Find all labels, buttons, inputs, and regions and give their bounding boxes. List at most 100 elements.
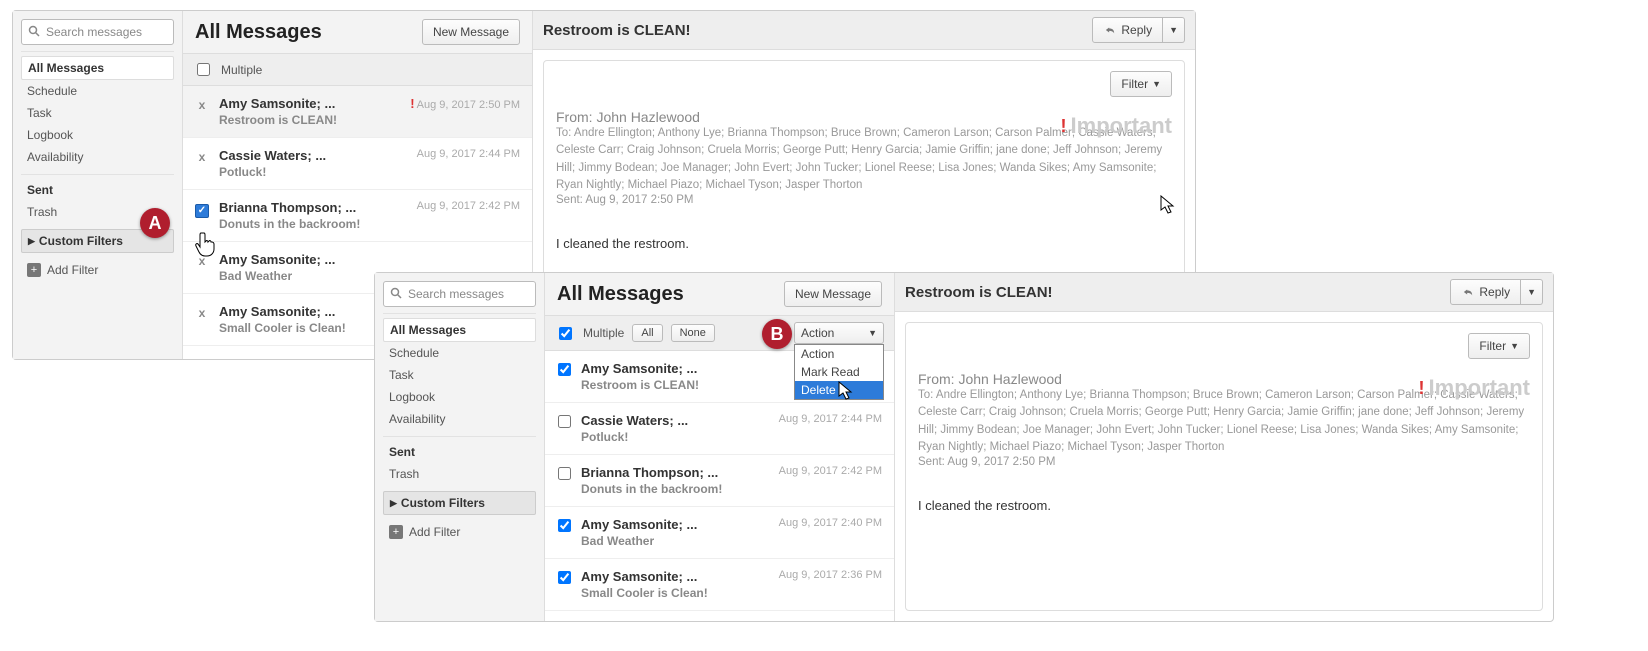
nav-trash[interactable]: Trash bbox=[383, 463, 536, 485]
action-menu-item[interactable]: Action bbox=[795, 345, 883, 363]
message-row[interactable]: Amy Samsonite; ... Bad Weather Aug 9, 20… bbox=[545, 507, 894, 559]
important-stamp: !Important bbox=[1419, 375, 1530, 401]
plus-icon: + bbox=[389, 525, 403, 539]
new-message-button[interactable]: New Message bbox=[784, 281, 882, 307]
important-bang-icon: ! bbox=[1061, 116, 1067, 137]
search-input[interactable] bbox=[406, 286, 529, 302]
row-checkbox[interactable]: ✓ bbox=[195, 202, 209, 218]
sidebar: All Messages Schedule Task Logbook Avail… bbox=[375, 273, 545, 621]
nav-all-messages[interactable]: All Messages bbox=[383, 318, 536, 342]
badge-a: A bbox=[140, 208, 170, 238]
row-body: Brianna Thompson; ... Donuts in the back… bbox=[219, 200, 407, 231]
search-icon bbox=[390, 287, 402, 302]
row-checkbox[interactable] bbox=[557, 415, 571, 431]
nav-sent[interactable]: Sent bbox=[21, 179, 174, 201]
message-row[interactable]: x Amy Samsonite; ... Restroom is CLEAN! … bbox=[183, 86, 532, 138]
row-time: Aug 9, 2017 2:40 PM bbox=[779, 517, 882, 529]
chevron-down-icon: ▼ bbox=[868, 328, 877, 338]
nav-logbook[interactable]: Logbook bbox=[21, 124, 174, 146]
search-box[interactable] bbox=[21, 19, 174, 45]
from-value: John Hazlewood bbox=[596, 109, 700, 125]
message-row[interactable]: ✓ Brianna Thompson; ... Donuts in the ba… bbox=[183, 190, 532, 242]
reader-subject: Restroom is CLEAN! bbox=[543, 22, 691, 39]
nav-task[interactable]: Task bbox=[383, 364, 536, 386]
sent-label: Sent: bbox=[556, 194, 583, 206]
row-body: Amy Samsonite; ... Restroom is CLEAN! bbox=[219, 96, 400, 127]
nav-task[interactable]: Task bbox=[21, 102, 174, 124]
reply-button[interactable]: Reply bbox=[1092, 17, 1163, 43]
nav-availability[interactable]: Availability bbox=[21, 146, 174, 168]
row-dismiss-icon[interactable]: x bbox=[195, 150, 209, 164]
message-list: All Messages New Message Multiple All No… bbox=[545, 273, 895, 621]
row-time: Aug 9, 2017 2:36 PM bbox=[779, 569, 882, 581]
select-none-button[interactable]: None bbox=[671, 324, 715, 342]
reply-label: Reply bbox=[1479, 285, 1510, 299]
new-message-button[interactable]: New Message bbox=[422, 19, 520, 45]
nav-all-messages[interactable]: All Messages bbox=[21, 56, 174, 80]
multiple-checkbox[interactable] bbox=[559, 327, 572, 340]
row-body: Cassie Waters; ... Potluck! bbox=[581, 413, 769, 444]
add-filter-label: Add Filter bbox=[47, 263, 98, 277]
sidebar: All Messages Schedule Task Logbook Avail… bbox=[13, 11, 183, 359]
row-checkbox[interactable] bbox=[557, 363, 571, 379]
nav-group-main: All Messages Schedule Task Logbook Avail… bbox=[21, 51, 174, 168]
row-dismiss-icon[interactable]: x bbox=[195, 254, 209, 268]
row-sender: Amy Samsonite; ... bbox=[219, 252, 510, 267]
message-body-text: I cleaned the restroom. bbox=[918, 498, 1530, 513]
add-filter-button[interactable]: + Add Filter bbox=[21, 259, 174, 281]
add-filter-label: Add Filter bbox=[409, 525, 460, 539]
nav-sent[interactable]: Sent bbox=[383, 441, 536, 463]
message-row[interactable]: Amy Samsonite; ... Small Cooler is Clean… bbox=[545, 559, 894, 611]
important-text: Important bbox=[1071, 113, 1172, 139]
multiple-checkbox[interactable] bbox=[197, 63, 210, 76]
message-row[interactable]: Brianna Thompson; ... Donuts in the back… bbox=[545, 455, 894, 507]
row-subject: Potluck! bbox=[581, 430, 769, 444]
reply-dropdown-button[interactable]: ▼ bbox=[1521, 279, 1543, 305]
row-subject: Donuts in the backroom! bbox=[581, 482, 769, 496]
filter-button[interactable]: Filter ▼ bbox=[1110, 71, 1172, 97]
nav-schedule[interactable]: Schedule bbox=[21, 80, 174, 102]
row-checkbox[interactable] bbox=[557, 571, 571, 587]
custom-filters-label: Custom Filters bbox=[401, 496, 485, 510]
action-menu-item-delete[interactable]: Delete bbox=[795, 381, 883, 399]
reply-dropdown-button[interactable]: ▼ bbox=[1163, 17, 1185, 43]
message-row[interactable]: Cassie Waters; ... Potluck! Aug 9, 2017 … bbox=[545, 403, 894, 455]
action-select-wrap: Action ▼ Action Mark Read Delete bbox=[794, 322, 884, 344]
row-subject: Bad Weather bbox=[581, 534, 769, 548]
chevron-down-icon: ▼ bbox=[1152, 79, 1161, 89]
action-select[interactable]: Action ▼ bbox=[794, 322, 884, 344]
row-body: Brianna Thompson; ... Donuts in the back… bbox=[581, 465, 769, 496]
sent-value: Aug 9, 2017 2:50 PM bbox=[585, 194, 693, 206]
important-icon: ! bbox=[410, 96, 414, 111]
row-sender: Brianna Thompson; ... bbox=[581, 465, 769, 480]
row-checkbox[interactable] bbox=[557, 467, 571, 483]
row-sender: Brianna Thompson; ... bbox=[219, 200, 407, 215]
row-dismiss-icon[interactable]: x bbox=[195, 98, 209, 112]
row-body: Amy Samsonite; ... Small Cooler is Clean… bbox=[581, 569, 769, 600]
sent-line: Sent: Aug 9, 2017 2:50 PM bbox=[918, 456, 1530, 468]
add-filter-button[interactable]: + Add Filter bbox=[383, 521, 536, 543]
row-sender: Amy Samsonite; ... bbox=[219, 96, 400, 111]
nav-logbook[interactable]: Logbook bbox=[383, 386, 536, 408]
row-checkbox[interactable] bbox=[557, 519, 571, 535]
action-menu-item[interactable]: Mark Read bbox=[795, 363, 883, 381]
filter-button[interactable]: Filter ▼ bbox=[1468, 333, 1530, 359]
search-box[interactable] bbox=[383, 281, 536, 307]
message-row[interactable]: x Cassie Waters; ... Potluck! Aug 9, 201… bbox=[183, 138, 532, 190]
checked-icon: ✓ bbox=[195, 204, 209, 218]
reply-button[interactable]: Reply bbox=[1450, 279, 1521, 305]
row-dismiss-icon[interactable]: x bbox=[195, 306, 209, 320]
search-input[interactable] bbox=[44, 24, 167, 40]
reader-subject: Restroom is CLEAN! bbox=[905, 284, 1053, 301]
nav-schedule[interactable]: Schedule bbox=[383, 342, 536, 364]
row-sender: Amy Samsonite; ... bbox=[581, 569, 769, 584]
from-label: From: bbox=[918, 371, 955, 387]
reader-panel: Restroom is CLEAN! Reply ▼ Filter ▼ From… bbox=[895, 273, 1553, 621]
custom-filters-header[interactable]: ▶ Custom Filters bbox=[383, 491, 536, 515]
nav-availability[interactable]: Availability bbox=[383, 408, 536, 430]
select-all-button[interactable]: All bbox=[632, 324, 662, 342]
nav-group-main: All Messages Schedule Task Logbook Avail… bbox=[383, 313, 536, 430]
row-body: Cassie Waters; ... Potluck! bbox=[219, 148, 407, 179]
message-list-header: All Messages New Message bbox=[545, 273, 894, 316]
reply-label: Reply bbox=[1121, 23, 1152, 37]
